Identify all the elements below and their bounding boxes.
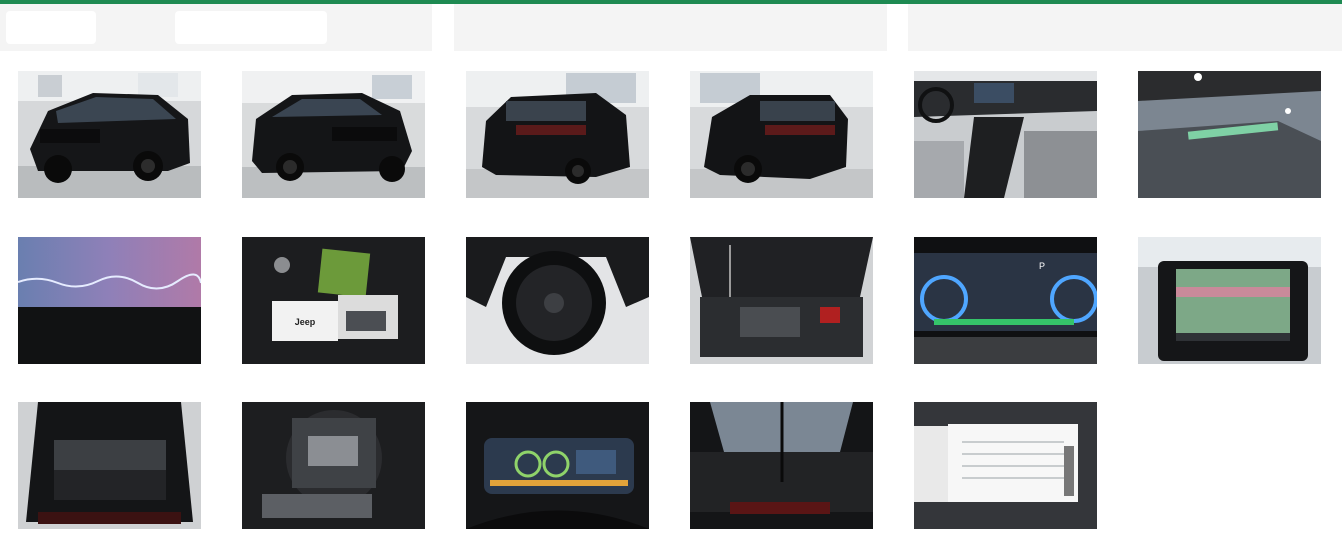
cluster-detail-image: [466, 402, 649, 529]
filter-panel-middle: [454, 4, 887, 51]
registration-document-image: [914, 402, 1097, 529]
photo-tile-sunroof[interactable]: [690, 402, 873, 529]
photo-tile-rear-right-exterior[interactable]: [690, 71, 873, 198]
engine-bay-image: [690, 237, 873, 364]
photo-tile-keys-manuals[interactable]: Jeep: [242, 237, 425, 364]
manual-brand-text: Jeep: [295, 317, 316, 327]
car-rear-left-image: [466, 71, 649, 198]
photo-tile-cluster-detail[interactable]: [466, 402, 649, 529]
photo-tile-registration-document[interactable]: [914, 402, 1097, 529]
sunroof-image: [690, 402, 873, 529]
car-front-left-image: [18, 71, 201, 198]
photo-tile-front-right-exterior[interactable]: [242, 71, 425, 198]
photo-tile-instrument-cluster[interactable]: P: [914, 237, 1097, 364]
car-rear-right-image: [690, 71, 873, 198]
infotainment-image: [1138, 237, 1321, 364]
photo-tile-infotainment[interactable]: [1138, 237, 1321, 364]
keys-manuals-image: Jeep: [242, 237, 425, 364]
wheel-rim-image: [466, 237, 649, 364]
photo-tile-open-trunk[interactable]: [18, 402, 201, 529]
instrument-cluster-image: P: [914, 237, 1097, 364]
car-front-right-image: [242, 71, 425, 198]
filter-panel-left: [0, 4, 432, 51]
photo-tile-rear-left-exterior[interactable]: [466, 71, 649, 198]
ambient-lighting-image: [18, 237, 201, 364]
filter-chip-long[interactable]: [175, 11, 327, 44]
windshield-image: [1138, 71, 1321, 198]
interior-dashboard-image: [914, 71, 1097, 198]
open-trunk-image: [18, 402, 201, 529]
photo-tile-front-left-exterior[interactable]: [18, 71, 201, 198]
photo-tile-front-interior[interactable]: [914, 71, 1097, 198]
photo-tile-wheel[interactable]: [466, 237, 649, 364]
photo-tile-spare-tire-kit[interactable]: [242, 402, 425, 529]
cluster-gear-text: P: [1039, 261, 1045, 271]
photo-tile-windshield[interactable]: [1138, 71, 1321, 198]
filter-panel-right: [908, 4, 1342, 51]
spare-tire-kit-image: [242, 402, 425, 529]
filter-chip-short[interactable]: [6, 11, 96, 44]
photo-tile-ambient-lighting[interactable]: [18, 237, 201, 364]
photo-tile-engine-bay[interactable]: [690, 237, 873, 364]
